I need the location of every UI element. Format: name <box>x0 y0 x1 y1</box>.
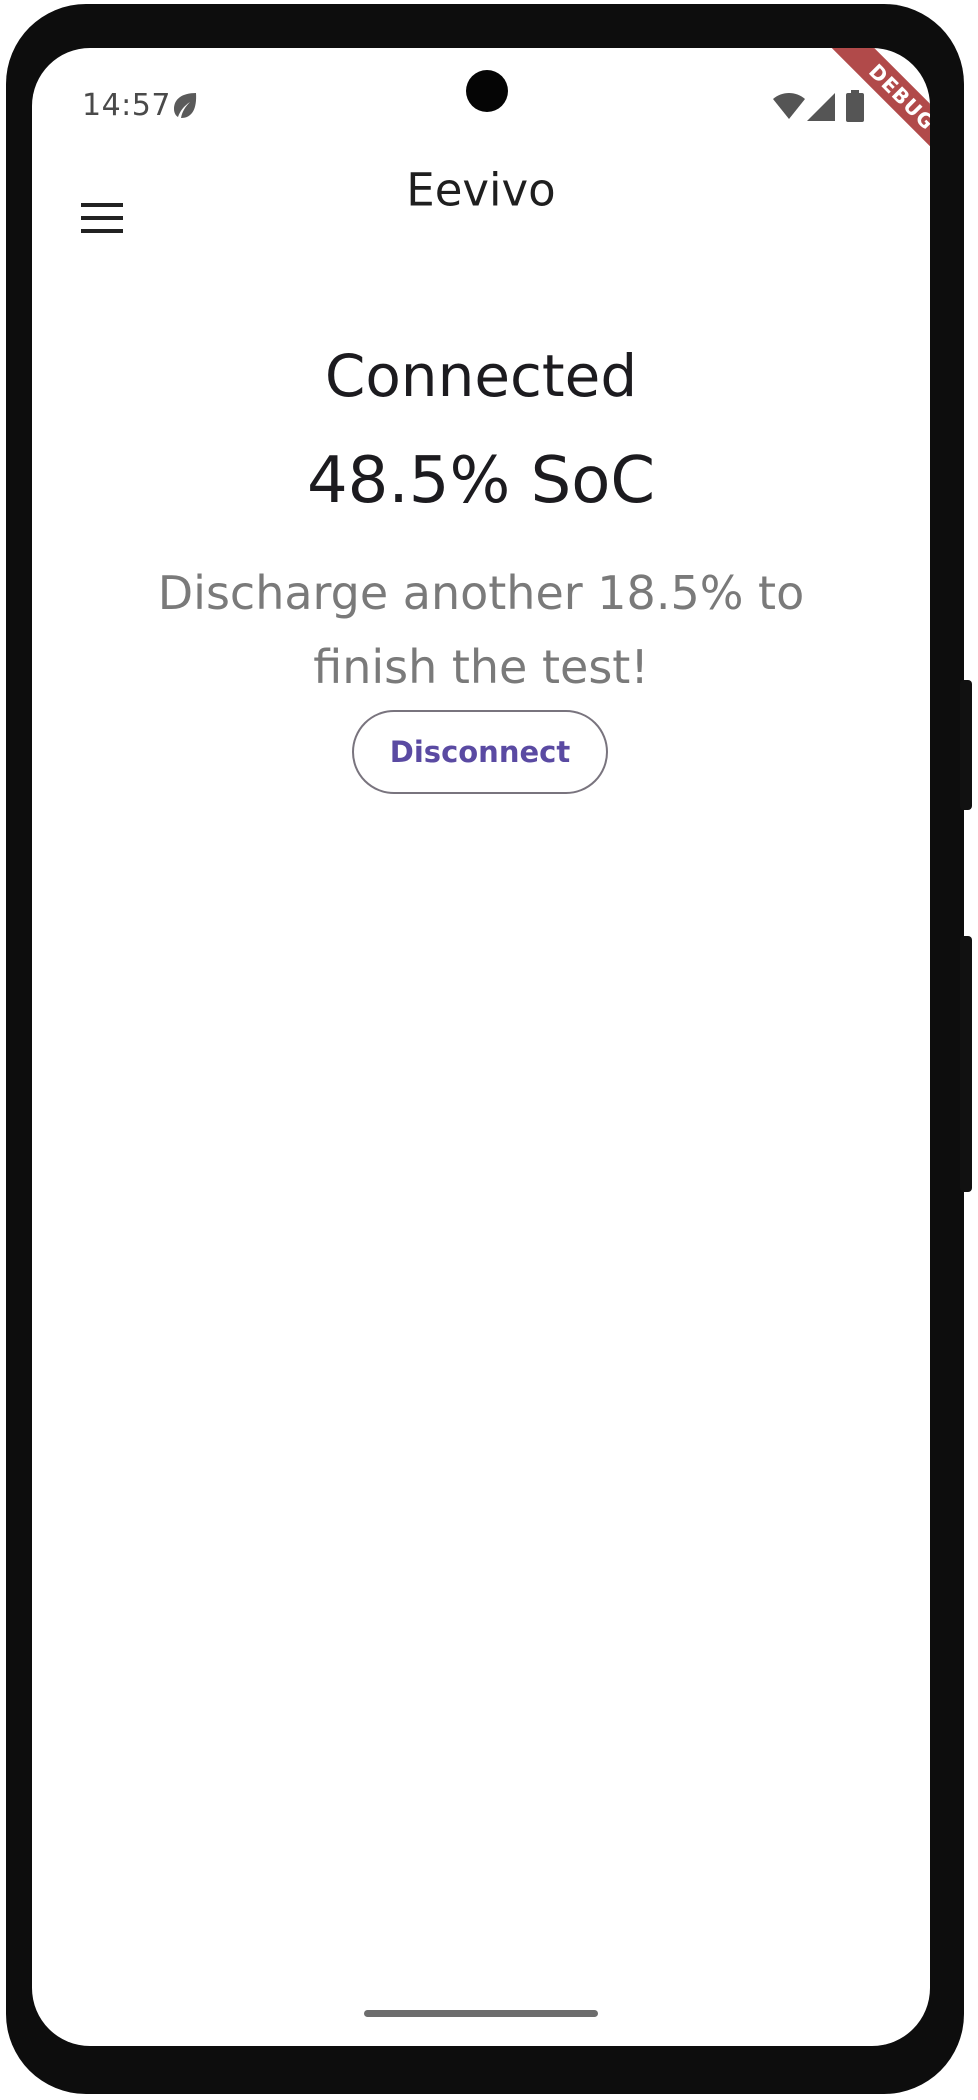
disconnect-button[interactable]: Disconnect <box>352 710 608 794</box>
status-bar: 14:57 DEBUG <box>32 48 930 172</box>
app-bar: Eevivo <box>32 164 930 268</box>
phone-screen: 14:57 DEBUG Eevivo Connected 48.5% SoC D… <box>32 48 930 2046</box>
power-button <box>960 680 972 810</box>
leaf-icon <box>174 93 197 118</box>
connection-status: Connected <box>324 342 638 410</box>
battery-icon <box>846 90 864 122</box>
debug-banner: DEBUG <box>827 48 930 172</box>
home-indicator[interactable] <box>364 2010 598 2017</box>
signal-icon <box>807 93 835 121</box>
discharge-hint: Discharge another 18.5% to finish the te… <box>157 566 805 694</box>
app-title: Eevivo <box>406 163 556 217</box>
wifi-icon <box>773 93 805 119</box>
status-time: 14:57 <box>82 88 171 123</box>
front-camera <box>466 70 508 112</box>
state-of-charge: 48.5% SoC <box>306 444 656 518</box>
volume-button <box>960 936 972 1192</box>
